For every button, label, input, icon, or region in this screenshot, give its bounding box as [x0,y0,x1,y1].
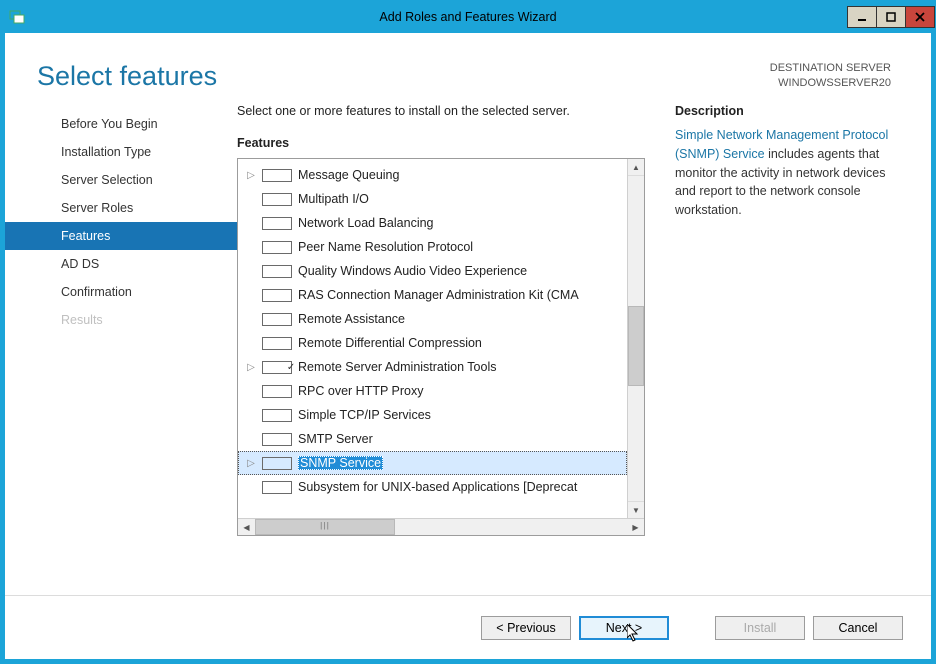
feature-row[interactable]: ▷ Message Queuing [238,163,627,187]
feature-checkbox[interactable] [262,457,292,470]
instruction-text: Select one or more features to install o… [237,104,647,118]
window-title: Add Roles and Features Wizard [379,10,556,24]
feature-row[interactable]: Subsystem for UNIX-based Applications [D… [238,475,627,499]
feature-label: RPC over HTTP Proxy [298,384,424,398]
hscroll-thumb[interactable]: lll [255,519,395,535]
feature-label: SNMP Service [298,456,383,470]
scroll-up-button[interactable]: ▲ [628,159,644,176]
content-area: Select one or more features to install o… [237,104,895,595]
feature-checkbox[interactable] [262,337,292,350]
main-area: Before You Begin Installation Type Serve… [5,100,931,595]
feature-checkbox[interactable] [262,313,292,326]
hscroll-track[interactable]: lll [255,519,627,535]
feature-label: Remote Assistance [298,312,405,326]
step-installation-type[interactable]: Installation Type [5,138,237,166]
wizard-window: Add Roles and Features Wizard Select fea… [0,0,936,664]
feature-checkbox[interactable] [262,169,292,182]
window-controls [848,6,935,28]
server-manager-icon [9,9,25,25]
feature-label: Multipath I/O [298,192,369,206]
expander-icon[interactable]: ▷ [244,170,258,181]
horizontal-scrollbar[interactable]: ◀ lll ▶ [238,518,644,535]
feature-label: Peer Name Resolution Protocol [298,240,473,254]
step-ad-ds[interactable]: AD DS [5,250,237,278]
features-list: ▷ Message Queuing Multipath I/O Network Loa… [237,158,645,536]
step-features[interactable]: Features [5,222,237,250]
feature-checkbox[interactable] [262,481,292,494]
feature-checkbox[interactable] [262,289,292,302]
expander-icon[interactable]: ▷ [244,362,258,373]
destination-name: WINDOWSSERVER20 [770,76,891,91]
feature-row[interactable]: Multipath I/O [238,187,627,211]
description-text: Simple Network Management Protocol (SNMP… [675,126,895,220]
feature-row[interactable]: Remote Differential Compression [238,331,627,355]
footer: < Previous Next > Install Cancel [5,595,931,659]
feature-checkbox[interactable] [262,193,292,206]
step-before-you-begin[interactable]: Before You Begin [5,110,237,138]
cancel-button[interactable]: Cancel [813,616,903,640]
feature-label: SMTP Server [298,432,373,446]
feature-checkbox[interactable] [262,433,292,446]
wizard-body: Select features DESTINATION SERVER WINDO… [1,33,935,663]
wizard-steps: Before You Begin Installation Type Serve… [5,104,237,595]
feature-row[interactable]: ▷ ✓ Remote Server Administration Tools [238,355,627,379]
feature-row[interactable]: Network Load Balancing [238,211,627,235]
feature-label: Remote Differential Compression [298,336,482,350]
step-server-selection[interactable]: Server Selection [5,166,237,194]
scroll-right-button[interactable]: ▶ [627,519,644,535]
previous-button[interactable]: < Previous [481,616,571,640]
step-results: Results [5,306,237,334]
feature-row[interactable]: Remote Assistance [238,307,627,331]
feature-checkbox[interactable] [262,409,292,422]
scroll-down-button[interactable]: ▼ [628,501,644,518]
feature-checkbox[interactable]: ✓ [262,361,292,374]
feature-row[interactable]: SMTP Server [238,427,627,451]
features-label: Features [237,136,647,150]
destination-server: DESTINATION SERVER WINDOWSSERVER20 [770,61,891,91]
step-server-roles[interactable]: Server Roles [5,194,237,222]
features-items: ▷ Message Queuing Multipath I/O Network Loa… [238,159,627,518]
destination-label: DESTINATION SERVER [770,61,891,76]
feature-checkbox[interactable] [262,217,292,230]
feature-checkbox[interactable] [262,265,292,278]
feature-label: Network Load Balancing [298,216,434,230]
feature-row[interactable]: Simple TCP/IP Services [238,403,627,427]
description-column: Description Simple Network Management Pr… [675,104,895,595]
feature-label: Simple TCP/IP Services [298,408,431,422]
feature-row[interactable]: RAS Connection Manager Administration Ki… [238,283,627,307]
scroll-track[interactable] [628,176,644,501]
vertical-scrollbar[interactable]: ▲ ▼ [627,159,644,518]
header: Select features DESTINATION SERVER WINDO… [5,33,931,100]
maximize-button[interactable] [876,6,906,28]
feature-row[interactable]: Peer Name Resolution Protocol [238,235,627,259]
minimize-button[interactable] [847,6,877,28]
feature-row[interactable]: ▷ SNMP Service [238,451,627,475]
scroll-thumb[interactable] [628,306,644,386]
feature-row[interactable]: Quality Windows Audio Video Experience [238,259,627,283]
titlebar[interactable]: Add Roles and Features Wizard [1,1,935,33]
feature-label: Subsystem for UNIX-based Applications [D… [298,480,577,494]
features-column: Select one or more features to install o… [237,104,647,595]
close-button[interactable] [905,6,935,28]
feature-label: RAS Connection Manager Administration Ki… [298,288,579,302]
feature-checkbox[interactable] [262,385,292,398]
feature-label: Quality Windows Audio Video Experience [298,264,527,278]
description-label: Description [675,104,895,118]
feature-row[interactable]: RPC over HTTP Proxy [238,379,627,403]
page-title: Select features [37,61,217,92]
expander-icon[interactable]: ▷ [244,458,258,469]
step-confirmation[interactable]: Confirmation [5,278,237,306]
scroll-left-button[interactable]: ◀ [238,519,255,535]
next-button-label: Next > [606,621,642,635]
feature-label: Message Queuing [298,168,399,182]
feature-checkbox[interactable] [262,241,292,254]
install-button: Install [715,616,805,640]
feature-label: Remote Server Administration Tools [298,360,496,374]
next-button[interactable]: Next > [579,616,669,640]
